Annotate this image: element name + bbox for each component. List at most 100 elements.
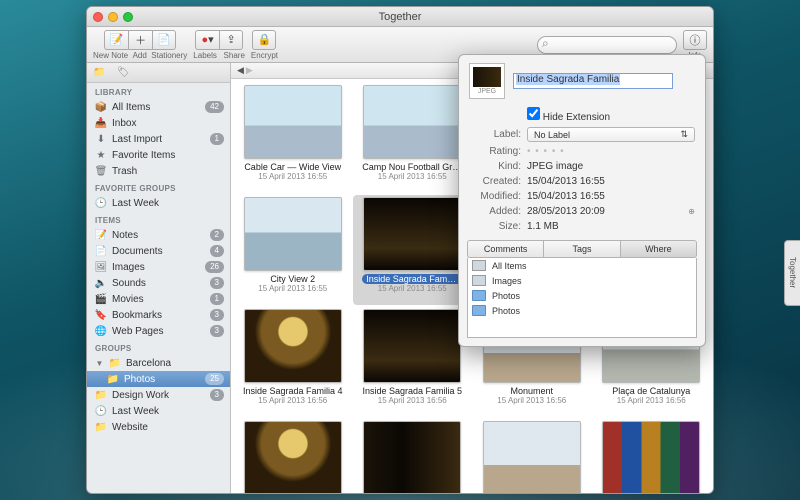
thumbnail-card[interactable]: Stained Glass Windows15 April 2013 16:56 [592,419,712,493]
thumbnail-card[interactable]: Cable Car — Wide View15 April 2013 16:55 [233,83,353,193]
count-badge: 25 [205,373,224,385]
popover-tab[interactable]: Comments [467,240,543,258]
thumbnail-image [244,309,342,383]
sidebar-item-label: Web Pages [112,326,164,337]
hide-extension-label: Hide Extension [543,112,610,123]
sidebar-item[interactable]: 🔈Sounds3 [87,275,230,291]
popover-tab[interactable]: Where [620,240,697,258]
sidebar-tab-tags-icon[interactable]: 🏷 [117,67,131,79]
count-badge: 3 [210,325,224,337]
popover-tab[interactable]: Tags [543,240,619,258]
item-icon: 📦 [95,101,107,113]
where-row[interactable]: Images [468,273,696,288]
sidebar-item[interactable]: 📁Website [87,419,230,435]
item-icon: 🖼 [95,261,107,273]
item-icon: 🕒 [95,197,107,209]
item-icon: 📁 [95,389,107,401]
thumbnail-image [244,197,342,271]
item-icon: 🔈 [95,277,107,289]
chevron-updown-icon: ⇅ [680,129,688,140]
stationery-button[interactable]: 📄 [152,30,176,50]
kind-value: JPEG image [527,161,695,172]
count-badge: 3 [210,277,224,289]
thumbnail-title: Inside Sagrada Familia 5 [362,386,462,396]
thumbnail-card[interactable]: Spire15 April 2013 16:56 [472,419,592,493]
rating-stars[interactable]: • • • • • [527,146,695,157]
thumbnail-card[interactable]: Sagradia Familia Ceiling15 April 2013 16… [233,419,353,493]
thumbnail-card[interactable]: Inside Sagrada Familia 515 April 2013 16… [353,307,473,417]
item-icon: 📄 [95,245,107,257]
add-button[interactable]: ＋ [128,30,152,50]
thumbnail-card[interactable]: Inside Sagrada Familia15 April 2013 16:5… [353,195,473,305]
titlebar[interactable]: Together [87,7,713,27]
thumbnail-date: 15 April 2013 16:55 [378,172,447,181]
sidebar-item[interactable]: 🎬Movies1 [87,291,230,307]
sidebar-item[interactable]: ★Favorite Items [87,147,230,163]
sidebar-item[interactable]: 🔖Bookmarks3 [87,307,230,323]
search-input[interactable] [537,36,677,54]
item-icon: 🌐 [95,325,107,337]
where-row[interactable]: Photos [468,303,696,318]
thumbnail-card[interactable]: Sagradia Familia Detail15 April 2013 16:… [353,419,473,493]
sidebar-item-label: All Items [112,102,150,113]
sidebar-item-label: Last Import [112,134,162,145]
disclosure-icon[interactable]: ▼ [95,359,104,368]
sidebar-item[interactable]: 🌐 Web Pages 3 [87,323,230,339]
sidebar-item[interactable]: 📝Notes2 [87,227,230,243]
popover-thumb-icon: JPEG [469,63,505,99]
sidebar-item[interactable]: 🕒Last Week [87,403,230,419]
sidebar-item-label: Notes [112,230,138,241]
sidebar-item[interactable]: 📁Design Work3 [87,387,230,403]
thumbnail-card[interactable]: Inside Sagrada Familia 415 April 2013 16… [233,307,353,417]
count-badge: 3 [210,309,224,321]
thumbnail-title: Plaça de Catalunya [601,386,701,396]
new-note-button[interactable]: 📝 [104,30,128,50]
info-button[interactable]: ⓘ [683,30,707,50]
sidebar-item[interactable]: 📁Photos25 [87,371,230,387]
sidebar-tab-sources-icon[interactable]: 📁 [93,67,107,79]
thumbnail-image [363,197,461,271]
sidebar-item[interactable]: 📄Documents4 [87,243,230,259]
encrypt-button[interactable]: 🔒 [252,30,276,50]
count-badge: 1 [210,133,224,145]
stepper-icon[interactable]: ⊕ [688,207,695,216]
nav-fwd-icon[interactable]: ▶ [246,65,253,76]
hide-extension-checkbox[interactable] [527,107,540,120]
thumbnail-image [363,85,461,159]
count-badge: 1 [210,293,224,305]
thumbnail-date: 15 April 2013 16:56 [258,396,327,405]
sidebar-item[interactable]: ▼📁Barcelona [87,355,230,371]
thumbnail-date: 15 April 2013 16:55 [378,284,447,293]
thumbnail-title: Inside Sagrada Familia 4 [243,386,343,396]
thumbnail-date: 15 April 2013 16:55 [258,172,327,181]
where-list: All ItemsImagesPhotosPhotos [467,258,697,338]
item-icon: 📁 [109,357,121,369]
item-icon: ⬇ [95,133,107,145]
where-row[interactable]: Photos [468,288,696,303]
sidebar-item-label: Photos [124,374,155,385]
sidebar-item[interactable]: 🗑Trash [87,163,230,179]
info-popover: JPEG Inside Sagrada Familia Hide Extensi… [458,54,706,347]
folder-icon [472,290,486,301]
count-badge: 2 [210,229,224,241]
thumbnail-card[interactable]: Camp Nou Football Ground15 April 2013 16… [353,83,473,193]
thumbnail-card[interactable]: City View 215 April 2013 16:55 [233,195,353,305]
shelf-tab[interactable]: Together [784,240,800,306]
sidebar-item-label: Movies [112,294,144,305]
rename-field[interactable]: Inside Sagrada Familia [513,73,673,89]
sidebar-item[interactable]: 🕒Last Week [87,195,230,211]
sidebar-item[interactable]: ⬇ Last Import 1 [87,131,230,147]
label-select[interactable]: No Label⇅ [527,127,695,142]
item-icon: 📥 [95,117,107,129]
share-button[interactable]: ⇪ [219,30,243,50]
thumbnail-title: Monument [482,386,582,396]
sidebar-item[interactable]: 📥Inbox [87,115,230,131]
where-row[interactable]: All Items [468,258,696,273]
nav-back-icon[interactable]: ◀ [237,65,244,76]
sidebar-item[interactable]: 📦All Items42 [87,99,230,115]
thumbnail-date: 15 April 2013 16:55 [258,284,327,293]
labels-button[interactable]: ●▾ [195,30,219,50]
modified-value: 15/04/2013 16:55 [527,191,695,202]
sidebar-item-label: Trash [112,166,137,177]
sidebar-item[interactable]: 🖼Images26 [87,259,230,275]
